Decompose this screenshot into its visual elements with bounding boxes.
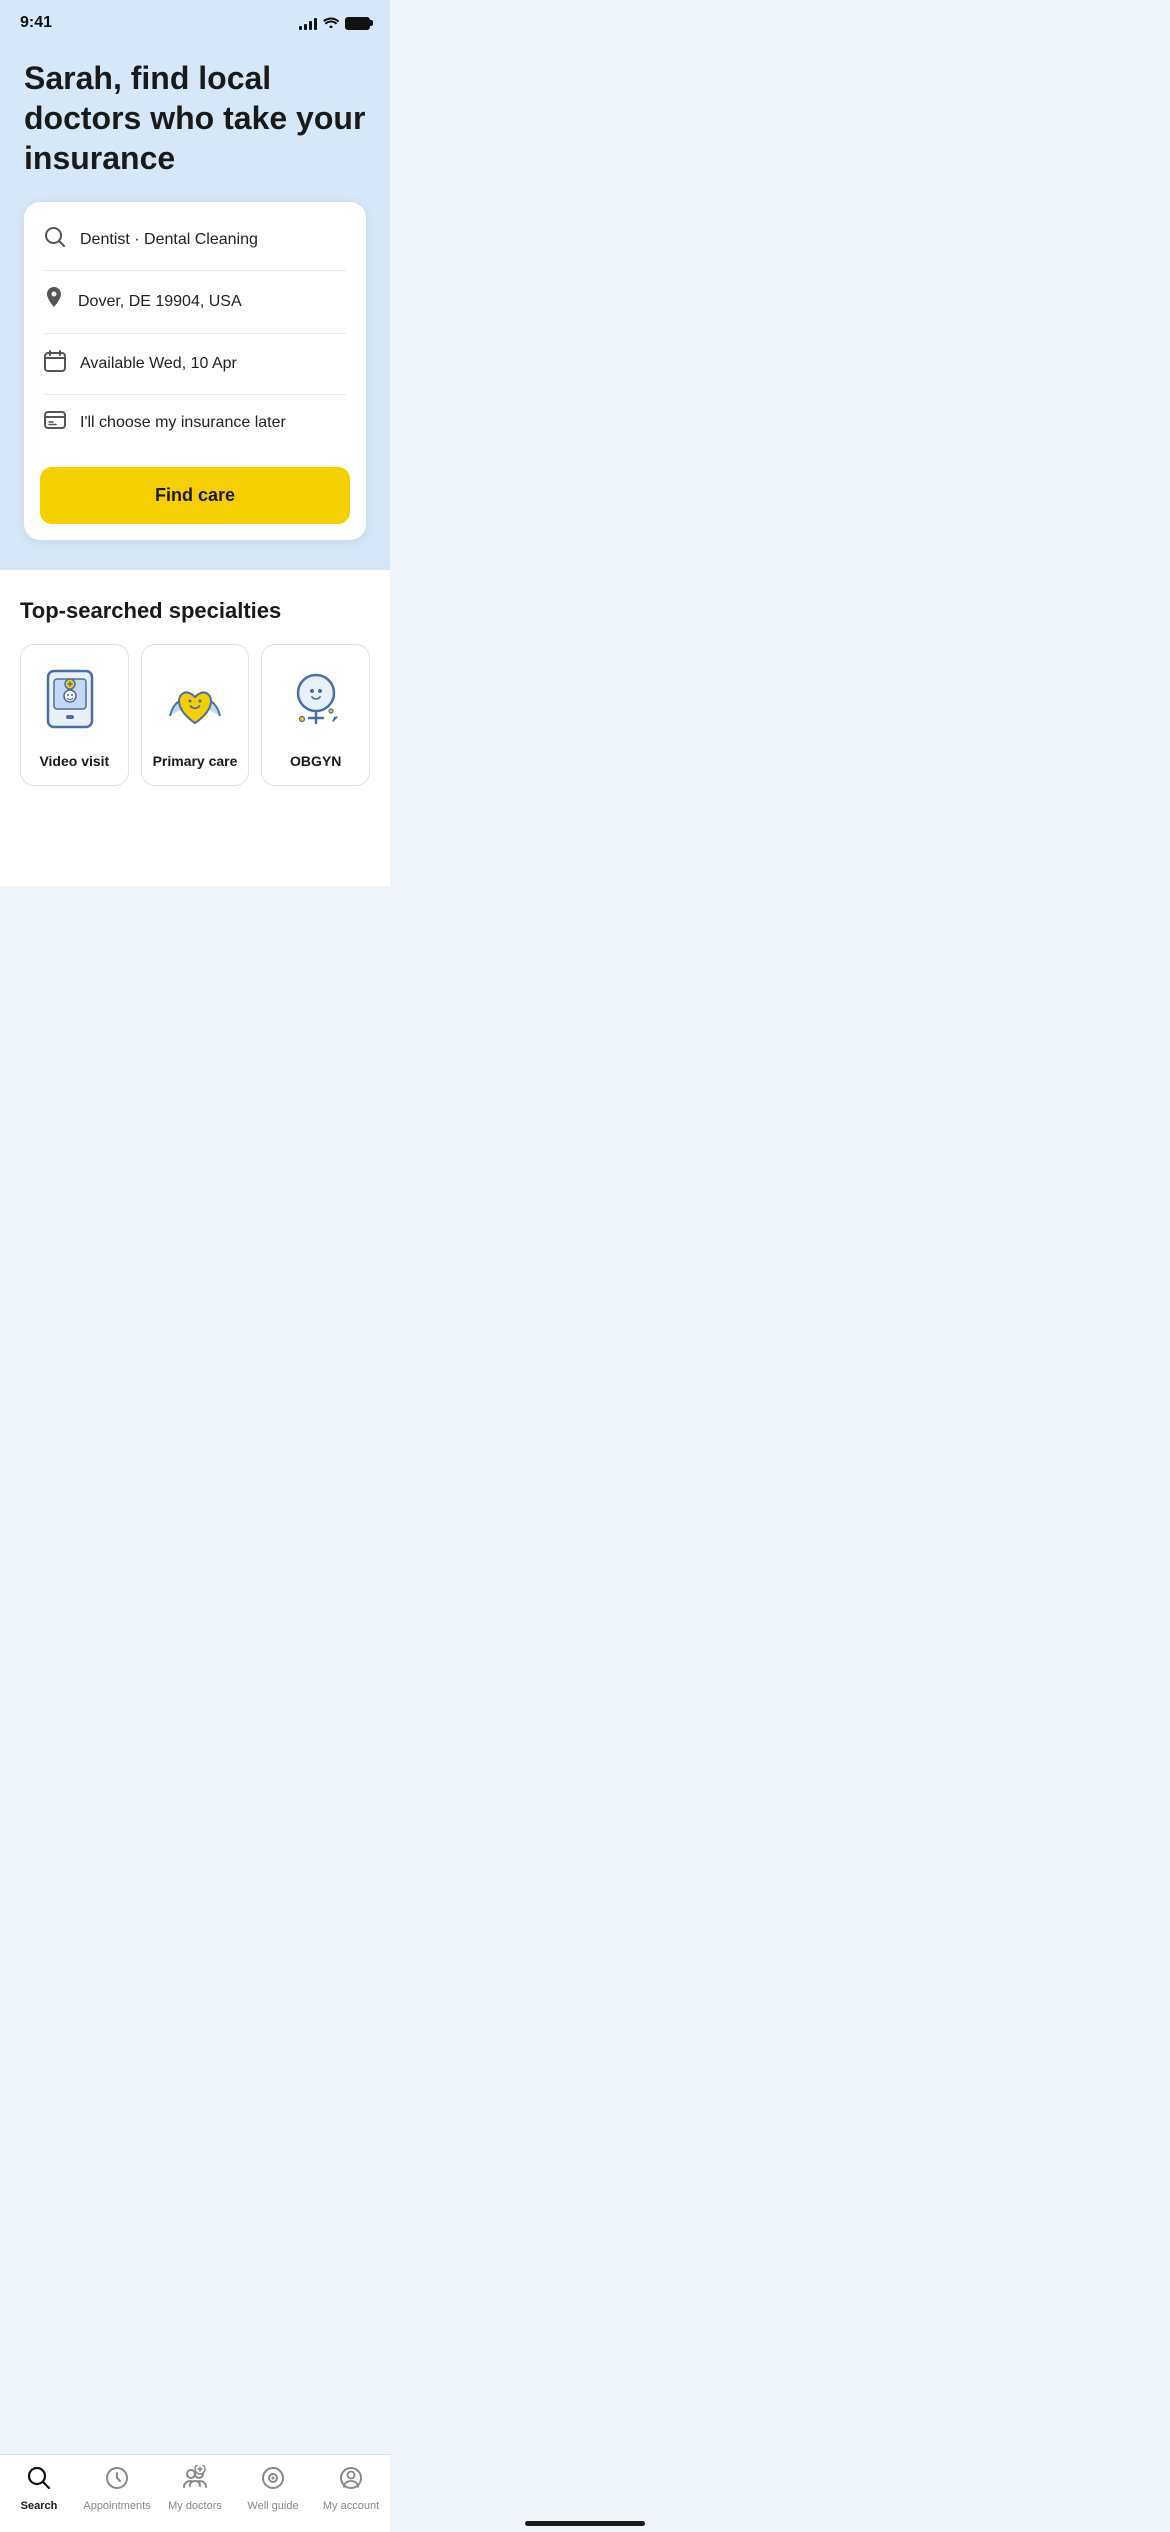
find-care-button[interactable]: Find care [40,467,350,524]
search-nav-icon [26,2465,52,2496]
signal-icon [299,16,317,30]
insurance-text: I'll choose my insurance later [80,414,286,432]
primary-care-label: Primary care [153,753,238,769]
appointments-nav-label: Appointments [83,2500,150,2512]
wifi-icon [323,15,339,31]
well-guide-nav-icon [260,2465,286,2496]
my-doctors-nav-icon [181,2465,209,2496]
search-icon [44,226,66,254]
nav-item-my-account[interactable]: My account [312,2465,390,2512]
calendar-icon [44,350,66,378]
battery-icon [345,17,370,30]
insurance-icon [44,411,66,435]
nav-item-search[interactable]: Search [0,2465,78,2512]
specialty-grid: Video visit Pr [20,644,370,786]
top-searched-title: Top-searched specialties [20,598,370,624]
specialty-text: Dentist · Dental Cleaning [80,231,258,249]
specialty-card-obgyn[interactable]: OBGYN [261,644,370,786]
specialty-card-video-visit[interactable]: Video visit [20,644,129,786]
status-bar: 9:41 [0,0,390,38]
obgyn-illustration [276,661,356,741]
well-guide-nav-label: Well guide [247,2500,298,2512]
home-indicator [525,2521,645,2526]
location-row[interactable]: Dover, DE 19904, USA [24,271,366,333]
hero-title: Sarah, find local doctors who take your … [24,58,366,178]
search-card: Dentist · Dental Cleaning Dover, DE 1990… [24,202,366,540]
specialty-card-primary-care[interactable]: Primary care [141,644,250,786]
video-visit-label: Video visit [39,753,109,769]
main-content: Top-searched specialties [0,570,390,886]
insurance-row[interactable]: I'll choose my insurance later [24,395,366,451]
date-row[interactable]: Available Wed, 10 Apr [24,334,366,394]
primary-care-illustration [155,661,235,741]
status-icons [299,15,370,31]
nav-item-appointments[interactable]: Appointments [78,2465,156,2512]
nav-item-my-doctors[interactable]: My doctors [156,2465,234,2512]
status-time: 9:41 [20,14,52,32]
location-icon [44,287,64,317]
location-text: Dover, DE 19904, USA [78,293,242,311]
search-nav-label: Search [21,2500,58,2512]
obgyn-label: OBGYN [290,753,341,769]
appointments-nav-icon [104,2465,130,2496]
date-text: Available Wed, 10 Apr [80,355,237,373]
my-account-nav-icon [338,2465,364,2496]
my-account-nav-label: My account [323,2500,379,2512]
nav-item-well-guide[interactable]: Well guide [234,2465,312,2512]
specialty-row[interactable]: Dentist · Dental Cleaning [24,210,366,270]
bottom-nav: Search Appointments My do [0,2454,390,2532]
my-doctors-nav-label: My doctors [168,2500,222,2512]
video-visit-illustration [34,661,114,741]
hero-section: Sarah, find local doctors who take your … [0,38,390,570]
